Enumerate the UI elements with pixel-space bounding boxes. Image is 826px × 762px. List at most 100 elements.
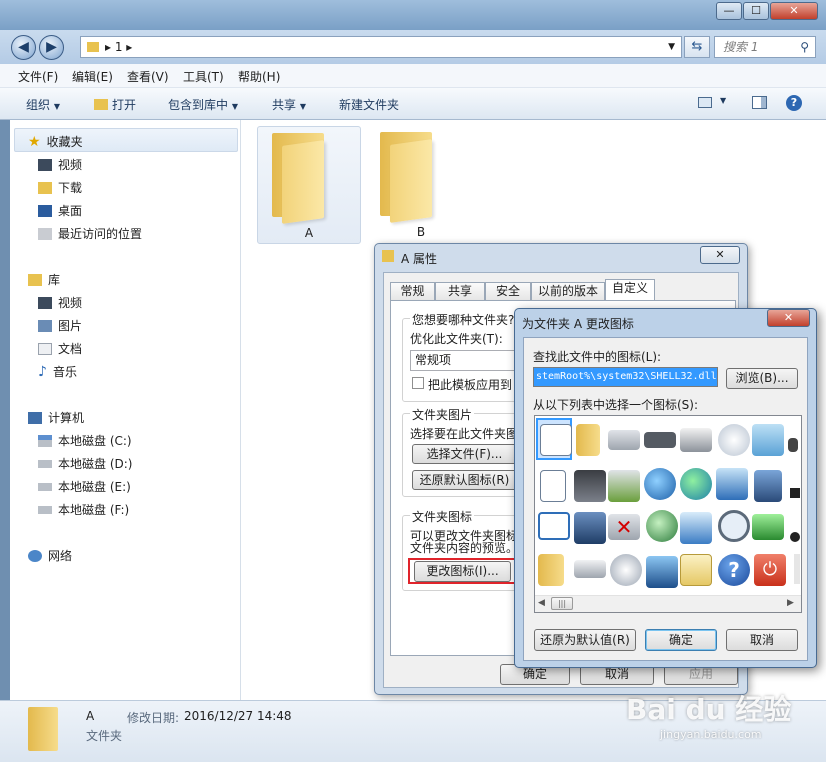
- scroll-left-icon[interactable]: ◀: [538, 598, 545, 608]
- disconnected-drive-icon[interactable]: ✕: [608, 514, 640, 540]
- nav-disk-d[interactable]: 本地磁盘 (D:): [38, 455, 132, 472]
- icon-file-path-input[interactable]: stemRoot%\system32\SHELL32.dll: [533, 367, 718, 387]
- run-arrow-icon[interactable]: [752, 514, 784, 540]
- optimize-label: 优化此文件夹(T):: [410, 332, 503, 346]
- globe-network-icon[interactable]: [646, 510, 678, 542]
- nav-disk-e[interactable]: 本地磁盘 (E:): [38, 478, 131, 495]
- menu-help[interactable]: 帮助(H): [238, 68, 280, 85]
- nav-disk-f[interactable]: 本地磁盘 (F:): [38, 501, 129, 518]
- open-button[interactable]: 打开: [94, 96, 136, 113]
- power-small-icon[interactable]: [790, 532, 800, 542]
- tab-general[interactable]: 常规: [390, 282, 435, 300]
- search-input[interactable]: 搜索 1 ⚲: [714, 36, 816, 58]
- properties-close-button[interactable]: ✕: [700, 246, 740, 264]
- nav-desktop[interactable]: 桌面: [38, 202, 82, 219]
- forward-button[interactable]: ▶: [39, 35, 64, 60]
- folder-pictures-heading: 文件夹图片: [410, 406, 475, 423]
- network-share-icon[interactable]: [608, 470, 640, 502]
- nav-recent[interactable]: 最近访问的位置: [38, 225, 142, 242]
- modified-label: 修改日期:: [127, 711, 180, 725]
- change-icon-close-button[interactable]: ✕: [767, 309, 810, 327]
- removable-drive-icon[interactable]: [574, 560, 606, 578]
- cd-drive-icon[interactable]: [610, 554, 642, 586]
- back-button[interactable]: ◀: [11, 35, 36, 60]
- restore-defaults-button[interactable]: 还原为默认值(R): [534, 629, 636, 651]
- network-drive-icon[interactable]: [574, 470, 606, 502]
- nav-network[interactable]: 网络: [28, 547, 72, 564]
- file-item-b[interactable]: B: [370, 126, 474, 244]
- chevron-down-icon[interactable]: ▼: [668, 37, 675, 57]
- menu-file[interactable]: 文件(F): [18, 68, 58, 85]
- help-icon[interactable]: ?: [718, 554, 750, 586]
- blank-window-icon[interactable]: [538, 512, 570, 540]
- folder-icon[interactable]: [538, 554, 564, 586]
- text-document-icon[interactable]: [540, 470, 566, 502]
- address-bar[interactable]: ▸ 1 ▸ ▼: [80, 36, 682, 58]
- nav-documents[interactable]: 文档: [38, 340, 82, 357]
- horizontal-scrollbar[interactable]: [535, 595, 801, 612]
- share-button[interactable]: 共享 ▼: [272, 96, 306, 113]
- magnifier-icon[interactable]: [718, 510, 750, 542]
- tab-customize[interactable]: 自定义: [605, 279, 655, 301]
- plug-icon[interactable]: [788, 438, 798, 452]
- nav-lib-videos[interactable]: 视频: [38, 294, 82, 311]
- browse-button[interactable]: 浏览(B)...: [726, 368, 798, 389]
- scroll-thumb[interactable]: |||: [551, 597, 573, 610]
- tab-sharing[interactable]: 共享: [435, 282, 485, 300]
- window-icon[interactable]: [752, 424, 784, 456]
- globe-icon[interactable]: [644, 468, 676, 500]
- menu-edit[interactable]: 编辑(E): [72, 68, 113, 85]
- tab-previous-versions[interactable]: 以前的版本: [531, 282, 605, 300]
- organize-button[interactable]: 组织 ▼: [26, 96, 60, 113]
- download-folder-icon: [38, 181, 52, 194]
- include-in-library-button[interactable]: 包含到库中 ▼: [168, 96, 238, 113]
- menu-view[interactable]: 查看(V): [127, 68, 169, 85]
- view-options-icon[interactable]: [698, 97, 712, 108]
- help-icon[interactable]: ?: [786, 95, 802, 111]
- selected-name: A: [86, 709, 95, 723]
- control-panel-icon[interactable]: [716, 468, 748, 500]
- drive-icon[interactable]: [608, 430, 640, 450]
- shortcut-arrow-icon[interactable]: [790, 488, 800, 498]
- nav-downloads[interactable]: 下载: [38, 179, 82, 196]
- optimize-select[interactable]: 常规项: [410, 350, 520, 371]
- clock-icon[interactable]: [718, 424, 750, 456]
- monitor-icon[interactable]: [646, 556, 678, 588]
- file-name: A: [304, 226, 314, 240]
- change-icon-ok-button[interactable]: 确定: [645, 629, 717, 651]
- select-icon-label: 从以下列表中选择一个图标(S):: [533, 398, 699, 412]
- folder-icon[interactable]: [576, 424, 600, 456]
- scroll-right-icon[interactable]: ▶: [787, 598, 794, 608]
- choose-file-button[interactable]: 选择文件(F)...: [412, 444, 517, 464]
- folder-icon: [380, 130, 440, 223]
- floppy-icon[interactable]: [574, 512, 606, 544]
- preview-pane-icon[interactable]: [752, 96, 767, 109]
- nav-music[interactable]: ♪ 音乐: [38, 363, 77, 380]
- menu-tools[interactable]: 工具(T): [183, 68, 224, 85]
- restore-default-button[interactable]: 还原默认图标(R): [412, 470, 517, 490]
- nav-libraries[interactable]: 库: [28, 271, 60, 288]
- close-button[interactable]: ✕: [770, 2, 818, 20]
- nav-videos[interactable]: 视频: [38, 156, 82, 173]
- applications-icon[interactable]: [680, 554, 712, 586]
- folder-type-question: 您想要哪种文件夹?: [410, 311, 517, 328]
- apply-template-checkbox[interactable]: [412, 377, 424, 389]
- printer-icon[interactable]: [680, 428, 712, 452]
- network-globe-icon[interactable]: [680, 468, 712, 500]
- new-folder-button[interactable]: 新建文件夹: [339, 96, 399, 113]
- maximize-button[interactable]: ☐: [743, 2, 769, 20]
- file-item-a[interactable]: A: [257, 126, 361, 244]
- nav-pictures[interactable]: 图片: [38, 317, 82, 334]
- install-icon[interactable]: [754, 470, 782, 502]
- minimize-button[interactable]: —: [716, 2, 742, 20]
- nav-disk-c[interactable]: 本地磁盘 (C:): [38, 432, 132, 449]
- network-tree-icon[interactable]: [680, 512, 712, 544]
- change-icon-cancel-button[interactable]: 取消: [726, 629, 798, 651]
- power-icon[interactable]: ⏻: [754, 554, 786, 586]
- nav-computer[interactable]: 计算机: [28, 409, 84, 426]
- tab-security[interactable]: 安全: [485, 282, 531, 300]
- chevron-down-icon[interactable]: ▼: [720, 96, 726, 105]
- nav-favorites[interactable]: ★ 收藏夹: [28, 133, 83, 150]
- refresh-button[interactable]: ⇆: [684, 36, 710, 58]
- memory-chip-icon[interactable]: [644, 432, 676, 448]
